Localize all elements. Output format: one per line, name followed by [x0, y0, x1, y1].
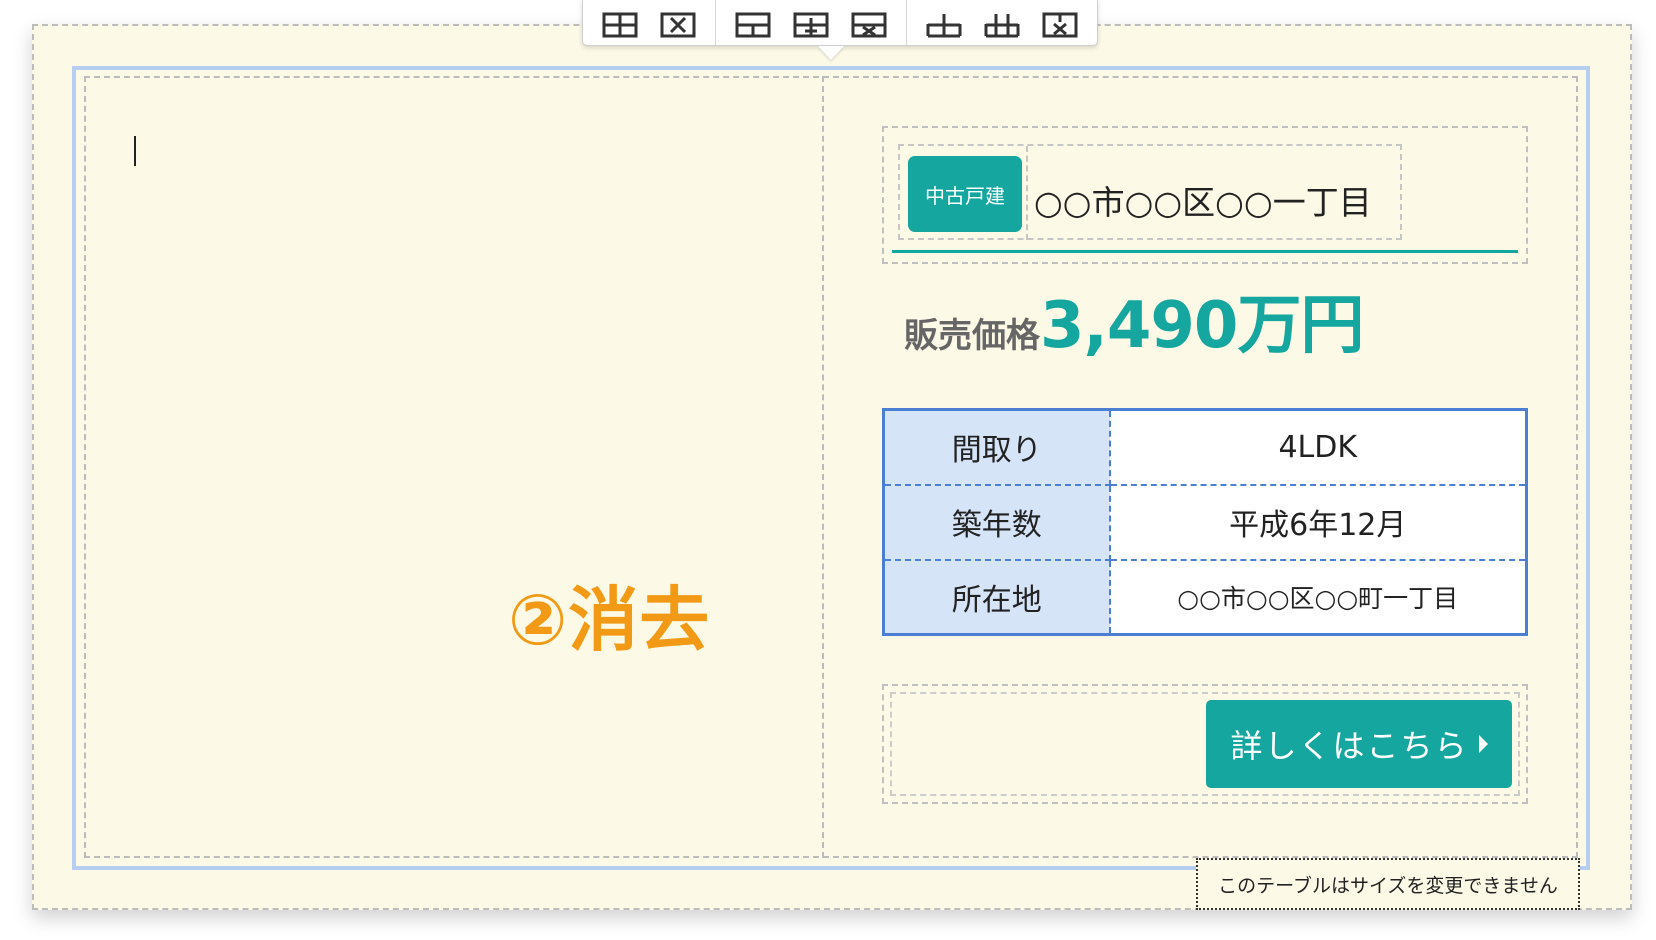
spec-row: 築年数 平成6年12月	[882, 483, 1528, 561]
table-toolbar	[582, 0, 1098, 46]
table-icon[interactable]	[601, 8, 639, 38]
spec-row: 間取り 4LDK	[882, 408, 1528, 486]
price-label: 販売価格	[904, 316, 1040, 356]
insert-row-icon[interactable]	[734, 8, 772, 38]
caret-right-icon	[1478, 735, 1488, 753]
resize-notice: このテーブルはサイズを変更できません	[1196, 858, 1580, 910]
erase-annotation: ②消去	[508, 579, 711, 661]
spec-value[interactable]: ○○市○○区○○町一丁目	[1108, 558, 1528, 636]
price-row[interactable]: 販売価格 3,490万円	[904, 274, 1364, 366]
spec-key[interactable]: 築年数	[882, 483, 1111, 561]
delete-table-icon[interactable]	[659, 8, 697, 38]
column-divider[interactable]	[822, 76, 824, 858]
address-title[interactable]: ○○市○○区○○一丁目	[1034, 176, 1372, 224]
spec-value[interactable]: 平成6年12月	[1108, 483, 1528, 561]
text-caret	[134, 136, 136, 166]
editor-stage: ②消去 中古戸建 ○○市○○区○○一丁目 販売価格 3,490万円 間取り 4L…	[0, 0, 1656, 940]
address-block[interactable]: 中古戸建 ○○市○○区○○一丁目	[882, 126, 1528, 264]
delete-row-icon[interactable]	[850, 8, 888, 38]
toolbar-group-cells	[907, 0, 1097, 45]
badge-divider	[1026, 146, 1028, 240]
insert-column-icon[interactable]	[792, 8, 830, 38]
toolbar-pointer	[818, 46, 844, 60]
toolbar-group-rows	[716, 0, 907, 45]
merge-cells-icon[interactable]	[925, 8, 963, 38]
spec-key[interactable]: 所在地	[882, 558, 1111, 636]
spec-table[interactable]: 間取り 4LDK 築年数 平成6年12月 所在地 ○○市○○区○○町一丁目	[882, 408, 1528, 636]
spec-row: 所在地 ○○市○○区○○町一丁目	[882, 558, 1528, 636]
spec-key[interactable]: 間取り	[882, 408, 1111, 486]
split-cells-icon[interactable]	[983, 8, 1021, 38]
details-button-label: 詳しくはこちら	[1230, 727, 1469, 765]
delete-cell-icon[interactable]	[1041, 8, 1079, 38]
property-type-badge: 中古戸建	[908, 156, 1022, 232]
details-button[interactable]: 詳しくはこちら	[1206, 700, 1512, 788]
address-underline	[892, 250, 1518, 253]
toolbar-group-table	[583, 0, 716, 45]
price-value: 3,490万円	[1040, 289, 1364, 363]
spec-value[interactable]: 4LDK	[1108, 408, 1528, 486]
button-block: 詳しくはこちら	[882, 684, 1528, 804]
